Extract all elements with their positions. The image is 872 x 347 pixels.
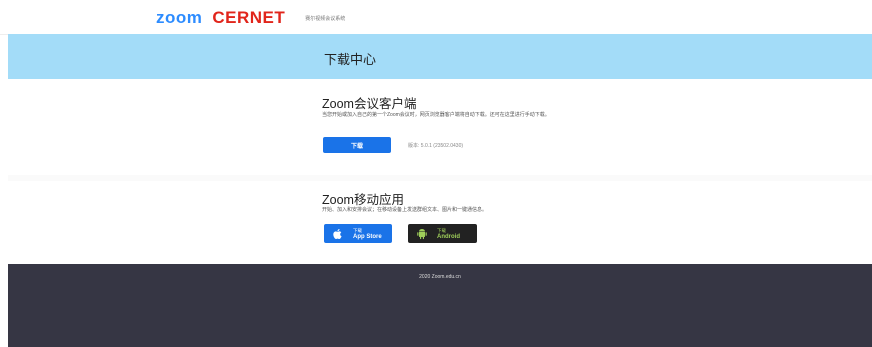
apple-icon (332, 228, 344, 240)
site-logo[interactable]: zoom CERNET 赛尔视频会议系统 (156, 8, 346, 27)
mobile-section-description: 开始、加入和安排会议；在移动设备上发送群组文本、图片和一键通信息。 (322, 207, 488, 213)
cernet-logo-text: CERNET (212, 8, 286, 27)
mobile-section (0, 181, 872, 265)
client-section (0, 79, 872, 175)
client-download-button[interactable]: 下载 (323, 137, 391, 153)
zoom-logo-text: zoom (156, 8, 203, 27)
logo-subtitle: 赛尔视频会议系统 (305, 15, 346, 22)
banner: 下载中心 (8, 34, 872, 79)
page-title: 下载中心 (324, 52, 377, 67)
footer-copyright: 2020 Zoom.edu.cn (419, 274, 461, 280)
appstore-download-button[interactable]: 下载 App Store (324, 224, 392, 243)
client-version-text: 版本: 5.0.1 (23502.0430) (408, 143, 464, 149)
client-section-description: 当您开始或加入自己的第一个Zoom会议时，网页浏览器客户端将自动下载。还可在这里… (322, 112, 550, 118)
footer: 2020 Zoom.edu.cn (8, 264, 872, 347)
android-big-label: Android (437, 233, 460, 240)
appstore-big-label: App Store (353, 233, 382, 240)
mobile-section-title: Zoom移动应用 (322, 193, 404, 207)
android-download-button[interactable]: 下载 Android (408, 224, 477, 243)
header: zoom CERNET 赛尔视频会议系统 (0, 0, 872, 35)
android-icon (416, 228, 428, 240)
client-section-title: Zoom会议客户端 (322, 97, 417, 111)
